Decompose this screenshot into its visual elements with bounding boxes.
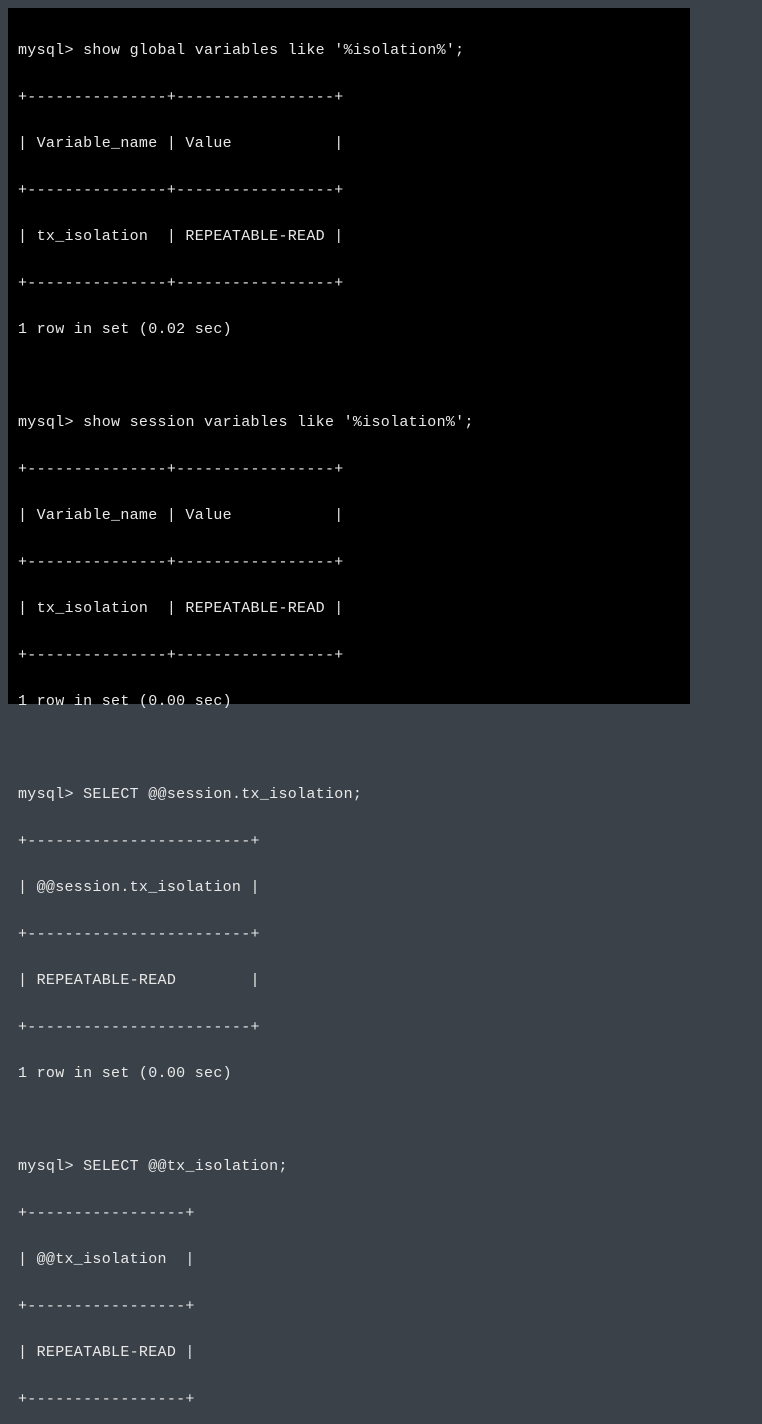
table-header: | Variable_name | Value | xyxy=(18,504,680,527)
table-header: | Variable_name | Value | xyxy=(18,132,680,155)
mysql-prompt: mysql> xyxy=(18,414,74,431)
table-border: +---------------+-----------------+ xyxy=(18,272,680,295)
mysql-prompt: mysql> xyxy=(18,1158,74,1175)
result-summary: 1 row in set (0.00 sec) xyxy=(18,690,680,713)
mysql-prompt: mysql> xyxy=(18,42,74,59)
table-border: +-----------------+ xyxy=(18,1202,680,1225)
command-3: SELECT @@session.tx_isolation; xyxy=(83,786,362,803)
command-1: show global variables like '%isolation%'… xyxy=(83,42,464,59)
mysql-prompt: mysql> xyxy=(18,786,74,803)
prompt-line-2: mysql> show session variables like '%iso… xyxy=(18,411,680,434)
table-border: +---------------+-----------------+ xyxy=(18,644,680,667)
blank-line xyxy=(18,737,680,760)
table-border: +---------------+-----------------+ xyxy=(18,179,680,202)
table-header: | @@tx_isolation | xyxy=(18,1248,680,1271)
table-row: | tx_isolation | REPEATABLE-READ | xyxy=(18,597,680,620)
prompt-line-3: mysql> SELECT @@session.tx_isolation; xyxy=(18,783,680,806)
blank-line xyxy=(18,1109,680,1132)
table-border: +------------------------+ xyxy=(18,1016,680,1039)
mysql-terminal[interactable]: mysql> show global variables like '%isol… xyxy=(8,8,690,704)
table-row: | REPEATABLE-READ | xyxy=(18,969,680,992)
table-border: +------------------------+ xyxy=(18,923,680,946)
blank-line xyxy=(18,365,680,388)
result-summary: 1 row in set (0.02 sec) xyxy=(18,318,680,341)
table-border: +---------------+-----------------+ xyxy=(18,458,680,481)
table-border: +---------------+-----------------+ xyxy=(18,551,680,574)
table-border: +------------------------+ xyxy=(18,830,680,853)
table-border: +-----------------+ xyxy=(18,1388,680,1411)
table-border: +-----------------+ xyxy=(18,1295,680,1318)
result-summary: 1 row in set (0.00 sec) xyxy=(18,1062,680,1085)
command-4: SELECT @@tx_isolation; xyxy=(83,1158,288,1175)
prompt-line-1: mysql> show global variables like '%isol… xyxy=(18,39,680,62)
table-row: | REPEATABLE-READ | xyxy=(18,1341,680,1364)
table-header: | @@session.tx_isolation | xyxy=(18,876,680,899)
table-border: +---------------+-----------------+ xyxy=(18,86,680,109)
command-2: show session variables like '%isolation%… xyxy=(83,414,474,431)
table-row: | tx_isolation | REPEATABLE-READ | xyxy=(18,225,680,248)
prompt-line-4: mysql> SELECT @@tx_isolation; xyxy=(18,1155,680,1178)
